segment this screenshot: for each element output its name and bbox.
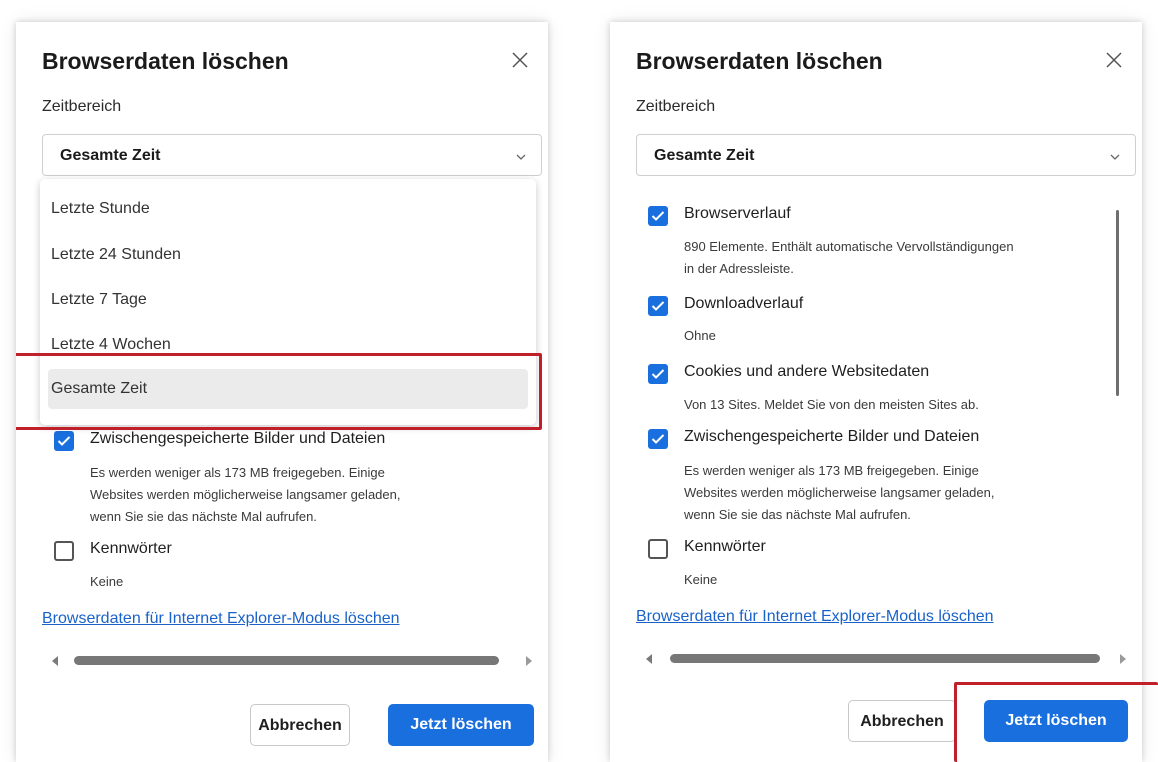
dialog-title: Browserdaten löschen — [636, 48, 883, 74]
time-range-select[interactable]: Gesamte Zeit — [42, 134, 542, 176]
checkbox-label-passwords: Kennwörter — [90, 540, 172, 557]
vertical-scrollbar-thumb[interactable] — [1116, 210, 1119, 396]
time-range-select[interactable]: Gesamte Zeit — [636, 134, 1136, 176]
desc-line: Von 13 Sites. Meldet Sie von den meisten… — [684, 397, 979, 412]
time-range-label: Zeitbereich — [636, 98, 716, 115]
scroll-left-icon[interactable] — [52, 656, 58, 666]
checkbox-label-downloads: Downloadverlauf — [684, 295, 804, 312]
downloads-description: Ohne — [684, 325, 1094, 347]
checkbox-unchecked[interactable] — [54, 541, 74, 561]
checkbox-checked[interactable] — [648, 296, 668, 316]
checkbox-label-cache: Zwischengespeicherte Bilder und Dateien — [90, 430, 386, 447]
checkmark-icon — [57, 436, 71, 446]
highlight-annotation-all-time — [16, 353, 542, 430]
scroll-left-icon[interactable] — [646, 654, 652, 664]
chevron-down-icon — [515, 150, 527, 162]
clear-browsing-data-dialog-dropdown-open: Browserdaten löschen Zeitbereich Gesamte… — [16, 22, 548, 762]
chevron-down-icon — [1109, 150, 1121, 162]
checkmark-icon — [651, 211, 665, 221]
checkmark-icon — [651, 369, 665, 379]
cache-description: Es werden weniger als 173 MB freigegeben… — [90, 462, 500, 528]
desc-line: Es werden weniger als 173 MB freigegeben… — [684, 463, 979, 478]
time-range-value: Gesamte Zeit — [654, 147, 755, 164]
desc-line: 890 Elemente. Enthält automatische Vervo… — [684, 239, 1014, 254]
checkbox-label-history: Browserverlauf — [684, 205, 791, 222]
checkbox-checked[interactable] — [648, 206, 668, 226]
time-range-value: Gesamte Zeit — [60, 147, 161, 164]
desc-line: wenn Sie sie das nächste Mal aufrufen. — [684, 507, 911, 522]
desc-line: wenn Sie sie das nächste Mal aufrufen. — [90, 509, 317, 524]
desc-line: in der Adressleiste. — [684, 261, 794, 276]
horizontal-scrollbar[interactable] — [42, 654, 542, 668]
ie-mode-clear-link[interactable]: Browserdaten für Internet Explorer-Modus… — [636, 608, 994, 626]
desc-line: Es werden weniger als 173 MB freigegeben… — [90, 465, 385, 480]
ie-mode-clear-link[interactable]: Browserdaten für Internet Explorer-Modus… — [42, 610, 400, 628]
desc-line: Websites werden möglicherweise langsamer… — [90, 487, 401, 502]
scroll-right-icon[interactable] — [526, 656, 532, 666]
desc-line: Websites werden möglicherweise langsamer… — [684, 485, 995, 500]
checkbox-label-cookies: Cookies und andere Websitedaten — [684, 363, 930, 380]
cancel-button[interactable]: Abbrechen — [250, 704, 350, 746]
cookies-description: Von 13 Sites. Meldet Sie von den meisten… — [684, 394, 1094, 416]
close-icon[interactable] — [508, 48, 532, 72]
option-last-hour[interactable]: Letzte Stunde — [48, 189, 528, 229]
checkbox-label-cache: Zwischengespeicherte Bilder und Dateien — [684, 428, 980, 445]
dialog-title: Browserdaten löschen — [42, 48, 289, 74]
desc-line: Ohne — [684, 328, 716, 343]
close-icon[interactable] — [1102, 48, 1126, 72]
checkmark-icon — [651, 301, 665, 311]
clip-mask — [610, 587, 1142, 601]
checkbox-checked[interactable] — [648, 364, 668, 384]
checkmark-icon — [651, 434, 665, 444]
checkbox-checked[interactable] — [54, 431, 74, 451]
clip-mask — [16, 589, 548, 603]
scroll-right-icon[interactable] — [1120, 654, 1126, 664]
clear-now-button[interactable]: Jetzt löschen — [388, 704, 534, 746]
time-range-label: Zeitbereich — [42, 98, 122, 115]
checkbox-label-passwords: Kennwörter — [684, 538, 766, 555]
checkbox-checked[interactable] — [648, 429, 668, 449]
scrollbar-thumb[interactable] — [670, 654, 1100, 663]
option-last-24-hours[interactable]: Letzte 24 Stunden — [48, 235, 528, 275]
cache-description: Es werden weniger als 173 MB freigegeben… — [684, 460, 1094, 526]
cancel-button[interactable]: Abbrechen — [848, 700, 956, 742]
clear-browsing-data-dialog: Browserdaten löschen Zeitbereich Gesamte… — [610, 22, 1142, 762]
horizontal-scrollbar[interactable] — [636, 652, 1136, 666]
scrollbar-thumb[interactable] — [74, 656, 499, 665]
checkbox-unchecked[interactable] — [648, 539, 668, 559]
history-description: 890 Elemente. Enthält automatische Vervo… — [684, 236, 1094, 280]
highlight-annotation-clear-now — [954, 682, 1158, 762]
option-last-7-days[interactable]: Letzte 7 Tage — [48, 280, 528, 320]
